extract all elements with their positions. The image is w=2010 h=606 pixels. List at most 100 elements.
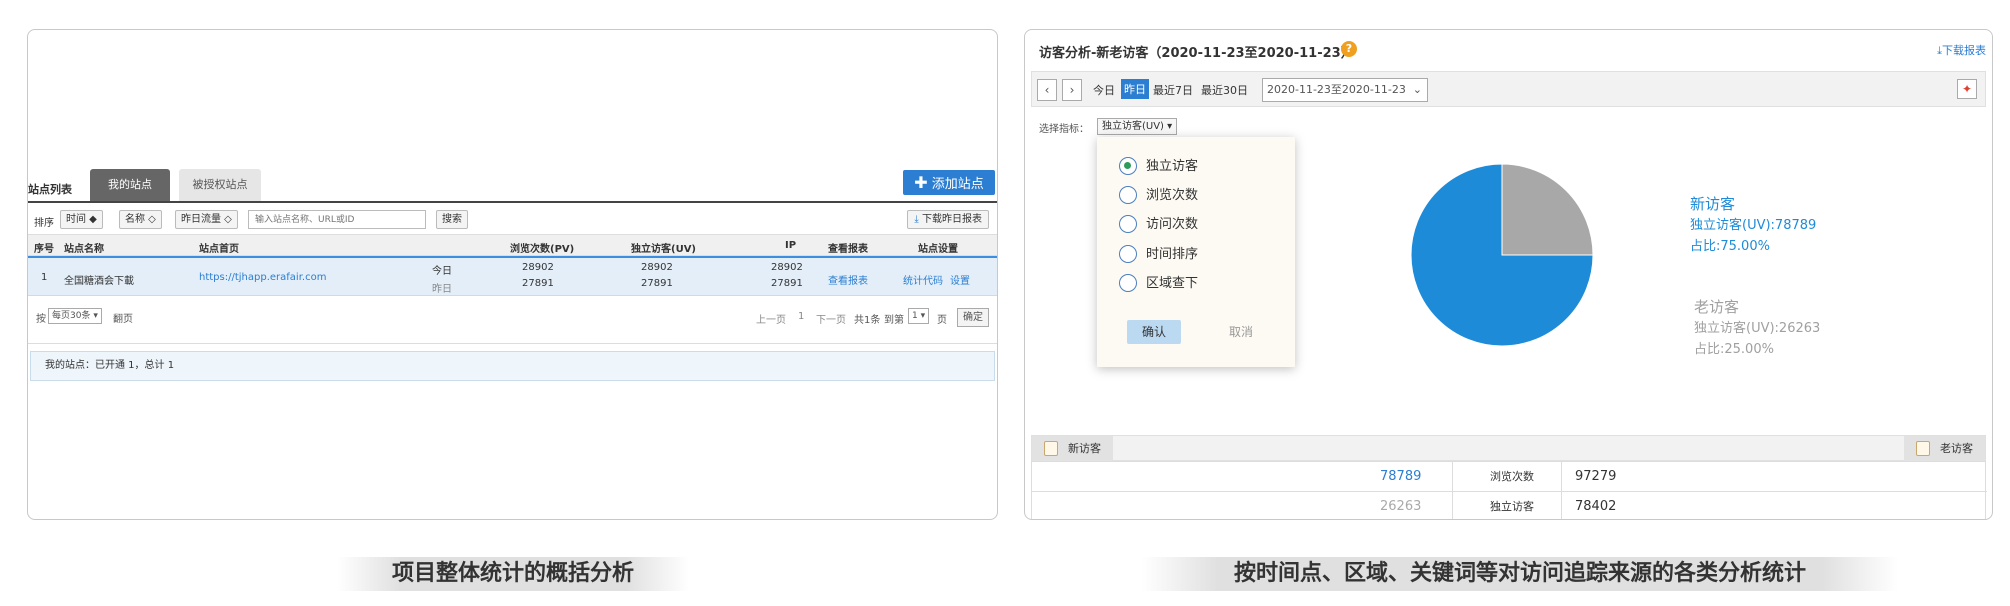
caption-detail-analysis: 按时间点、区域、关键词等对访问追踪来源的各类分析统计 <box>1142 557 1898 591</box>
plus-icon: ✚ <box>914 173 928 192</box>
row-site-name: 全国糖酒会下載 <box>64 276 134 287</box>
pie-slice-old-visitors[interactable] <box>1501 163 1594 256</box>
option-region[interactable]: 区域查下 <box>1119 273 1199 294</box>
legend-old-ratio: 占比:25.00% <box>1694 342 1774 357</box>
option-time-sort[interactable]: 时间排序 <box>1119 244 1198 265</box>
user-icon <box>1044 441 1058 456</box>
col-pv: 浏览次数(PV) <box>510 244 575 255</box>
visitor-tabs: 新访客 老访客 <box>1031 435 1986 462</box>
pin-icon[interactable]: ✦ <box>1957 79 1977 99</box>
range-30-days[interactable]: 最近30日 <box>1201 82 1248 98</box>
sort-by-traffic-button[interactable]: 昨日流量 ◇ <box>175 210 238 229</box>
stat-uv-label: 独立访客 <box>1490 500 1534 513</box>
range-today[interactable]: 今日 <box>1093 82 1115 98</box>
row-code-link[interactable]: 统计代码 <box>903 272 943 287</box>
divider <box>1452 462 1453 519</box>
stat-new-value[interactable]: 78789 <box>1380 462 1421 492</box>
tab-my-sites[interactable]: 我的站点 <box>90 169 170 201</box>
help-icon[interactable]: ? <box>1341 41 1357 57</box>
sort-label: 排序 <box>34 218 54 229</box>
metric-select[interactable]: 独立访客(UV) ▾ <box>1097 118 1178 135</box>
row-today-label: 今日 <box>432 266 452 277</box>
legend-old-visitors: 老访客 独立访客(UV):26263 占比:25.00% <box>1694 297 1820 360</box>
option-pv[interactable]: 浏览次数 <box>1119 185 1199 206</box>
filter-bar: 排序 时间 ◆ 名称 ◇ 昨日流量 ◇ 搜索 ⤓ 下载昨日报表 <box>28 207 997 233</box>
divider <box>28 343 997 344</box>
per-page-suffix: 翻页 <box>113 314 133 325</box>
table-row: 78789 浏览次数 97279 <box>1032 462 1987 492</box>
prev-page-link[interactable]: 上一页 <box>756 311 786 326</box>
table-row[interactable]: 1 全国糖酒会下載 https://tjhapp.erafair.com 今日 … <box>28 256 997 296</box>
metric-dropdown: 独立访客 浏览次数 访问次数 时间排序 区域查下 确认 取消 <box>1097 137 1295 367</box>
search-button[interactable]: 搜索 <box>436 210 468 229</box>
download-report-link[interactable]: ⤓下载报表 <box>1937 42 1986 58</box>
legend-new-uv: 独立访客(UV):78789 <box>1690 218 1817 233</box>
current-page: 1 <box>798 311 805 322</box>
row-pv-yesterday: 27891 <box>522 278 554 289</box>
download-yesterday-button[interactable]: ⤓ 下载昨日报表 <box>907 210 989 229</box>
sort-by-time-button[interactable]: 时间 ◆ <box>60 210 103 229</box>
site-tabs: 站点列表 我的站点 被授权站点 <box>28 169 997 203</box>
option-visits[interactable]: 访问次数 <box>1119 214 1199 235</box>
site-list-panel: 站点列表 我的站点 被授权站点 ✚ 添加站点 排序 时间 ◆ 名称 ◇ 昨日流量 … <box>27 29 998 520</box>
download-report-label: 下载报表 <box>1942 44 1986 57</box>
row-uv-yesterday: 27891 <box>641 278 673 289</box>
goto-page-select[interactable]: 1 ▾ <box>908 308 930 324</box>
section-title: 站点列表 <box>28 183 72 196</box>
chevron-down-icon: ⌄ <box>1412 83 1422 96</box>
radio-icon <box>1119 244 1137 263</box>
row-pv-today: 28902 <box>522 262 554 273</box>
row-settings-link[interactable]: 设置 <box>950 272 970 287</box>
row-report-link[interactable]: 查看报表 <box>828 272 868 287</box>
goto-confirm-button[interactable]: 确定 <box>957 308 989 327</box>
chevron-left-icon[interactable]: ‹ <box>1037 79 1057 101</box>
date-range-value: 2020-11-23至2020-11-23 <box>1267 83 1406 96</box>
legend-new-title: 新访客 <box>1690 195 1736 213</box>
range-yesterday[interactable]: 昨日 <box>1121 79 1149 99</box>
date-toolbar: ‹ › 今日 昨日 最近7日 最近30日 2020-11-23至2020-11-… <box>1031 71 1986 107</box>
radio-icon <box>1119 273 1137 292</box>
col-site-home: 站点首页 <box>199 244 239 255</box>
goto-label: 到第 <box>884 315 904 326</box>
pie-chart-svg <box>1410 163 1594 347</box>
tab-old-visitors[interactable]: 老访客 <box>1904 436 1985 462</box>
metric-label: 选择指标： <box>1039 124 1089 135</box>
add-site-button[interactable]: ✚ 添加站点 <box>903 170 995 195</box>
next-page-link[interactable]: 下一页 <box>816 311 846 326</box>
tab-new-visitors[interactable]: 新访客 <box>1032 436 1113 462</box>
stat-old-value[interactable]: 26263 <box>1380 492 1421 519</box>
per-page-select[interactable]: 每页30条 ▾ <box>48 308 102 324</box>
pagination: 按 每页30条 ▾ 翻页 上一页 1 下一页 共1条 到第 1 ▾ 页 确定 <box>28 306 997 328</box>
popup-cancel-button[interactable]: 取消 <box>1229 320 1253 344</box>
row-yesterday-label: 昨日 <box>432 284 452 295</box>
panel-title: 访客分析-新老访客（2020-11-23至2020-11-23） <box>1039 46 1354 61</box>
option-uv[interactable]: 独立访客 <box>1119 156 1198 177</box>
stat-pv-number: 97279 <box>1575 469 1617 484</box>
stat-pv-label: 浏览次数 <box>1490 470 1534 483</box>
legend-old-uv: 独立访客(UV):26263 <box>1694 321 1821 336</box>
divider <box>1561 462 1562 519</box>
site-search-input[interactable] <box>248 210 426 229</box>
date-range-select[interactable]: 2020-11-23至2020-11-23 ⌄ <box>1262 78 1428 102</box>
col-index: 序号 <box>34 244 54 255</box>
tab-new-visitors-label: 新访客 <box>1068 442 1101 455</box>
sort-by-name-button[interactable]: 名称 ◇ <box>119 210 162 229</box>
chevron-right-icon[interactable]: › <box>1062 79 1082 101</box>
popup-confirm-button[interactable]: 确认 <box>1127 320 1181 344</box>
col-uv: 独立访客(UV) <box>631 244 696 255</box>
radio-checked-icon <box>1119 156 1137 175</box>
row-index: 1 <box>41 272 48 283</box>
option-pv-label: 浏览次数 <box>1146 188 1199 203</box>
radio-icon <box>1119 185 1137 204</box>
option-visits-label: 访问次数 <box>1146 217 1199 232</box>
option-region-label: 区域查下 <box>1146 276 1199 291</box>
range-7-days[interactable]: 最近7日 <box>1153 82 1193 98</box>
tab-authorized-sites[interactable]: 被授权站点 <box>179 169 261 201</box>
row-ip-today: 28902 <box>771 262 803 273</box>
stat-uv-number: 78402 <box>1575 499 1617 514</box>
col-settings: 站点设置 <box>918 244 958 255</box>
radio-icon <box>1119 214 1137 233</box>
row-site-url[interactable]: https://tjhapp.erafair.com <box>199 272 326 283</box>
caption-overview: 项目整体统计的概括分析 <box>337 557 689 591</box>
user-icon <box>1916 441 1930 456</box>
